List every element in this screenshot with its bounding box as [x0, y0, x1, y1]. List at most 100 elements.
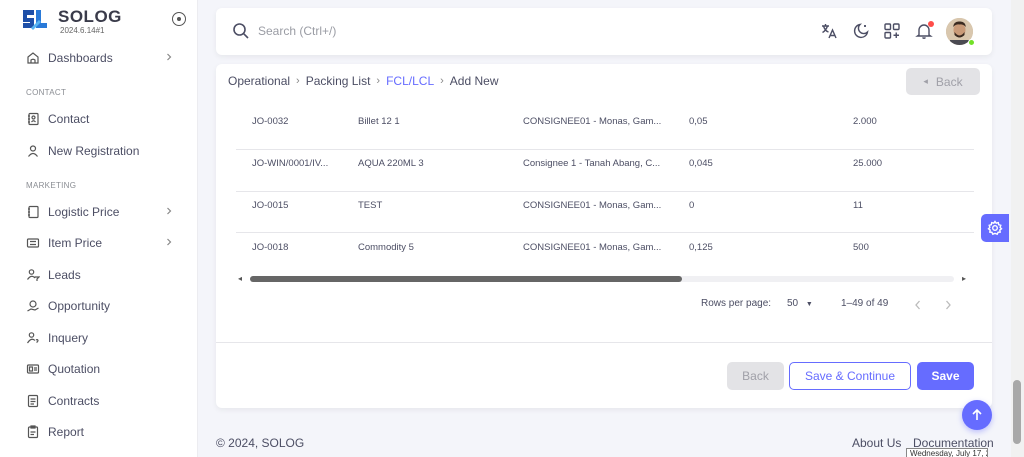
sidebar: SOLOG 2024.6.14#1 Dashboards CONTACT Con…: [0, 0, 198, 457]
cell-quantity: 25.000: [853, 158, 883, 169]
cell-quantity: 500: [853, 242, 869, 253]
sidebar-item-contracts[interactable]: Contracts: [0, 387, 198, 415]
cell-consignee: Consignee 1 - Tanah Abang, C...: [523, 158, 661, 169]
save-continue-button[interactable]: Save & Continue: [789, 362, 911, 390]
rows-per-page-select[interactable]: 50 ▼: [787, 298, 813, 309]
page-vertical-scrollbar[interactable]: [1011, 0, 1024, 457]
table-row[interactable]: JO-WIN/0001/IV... AQUA 220ML 3 Consignee…: [236, 150, 974, 192]
list-icon: [26, 236, 40, 250]
sidebar-item-quotation[interactable]: Quotation: [0, 355, 198, 383]
sidebar-item-label: Contracts: [48, 394, 100, 408]
report-icon: [26, 425, 40, 439]
scroll-thumb[interactable]: [250, 276, 682, 282]
rows-per-page-value: 50: [787, 298, 799, 309]
next-page-icon[interactable]: [943, 299, 953, 311]
back-button-top[interactable]: ◂ Back: [906, 68, 980, 95]
cell-commodity: TEST: [358, 200, 383, 211]
grid-add-icon[interactable]: [883, 22, 901, 40]
brand-version: 2024.6.14#1: [60, 25, 105, 35]
cell-commodity: Billet 12 1: [358, 116, 400, 127]
date-tooltip: Wednesday, July 17, 2024: [906, 448, 988, 457]
breadcrumb-packing-list[interactable]: Packing List: [306, 74, 371, 88]
cell-quantity: 2.000: [853, 116, 877, 127]
notebook-icon: [26, 205, 40, 219]
sidebar-item-label: New Registration: [48, 144, 140, 158]
table-horizontal-scrollbar[interactable]: ◂ ▸: [238, 272, 970, 286]
packing-list-card: Operational › Packing List › FCL/LCL › A…: [216, 64, 992, 408]
sidebar-item-item-price[interactable]: Item Price: [0, 229, 198, 257]
save-button[interactable]: Save: [917, 362, 974, 390]
breadcrumb-add-new: Add New: [449, 74, 499, 88]
customizer-button[interactable]: [981, 214, 1009, 242]
cell-volume: 0,05: [689, 116, 708, 127]
brand-name: SOLOG: [58, 6, 122, 26]
sidebar-item-label: Quotation: [48, 362, 101, 376]
cell-job-order: JO-0018: [252, 242, 289, 253]
chevron-left-icon: ◂: [923, 76, 928, 86]
top-header: [216, 8, 992, 55]
section-marketing: MARKETING: [26, 181, 77, 190]
cell-consignee: CONSIGNEE01 - Monas, Gam...: [523, 200, 662, 211]
scroll-to-top-button[interactable]: [962, 400, 992, 430]
table-row[interactable]: JO-0015 TEST CONSIGNEE01 - Monas, Gam...…: [236, 191, 974, 233]
cell-job-order: JO-WIN/0001/IV...: [252, 158, 329, 169]
sidebar-item-logistic-price[interactable]: Logistic Price: [0, 198, 198, 226]
sidebar-item-label: Inquery: [48, 331, 89, 345]
sidebar-item-label: Logistic Price: [48, 205, 120, 219]
cell-volume: 0: [689, 200, 695, 211]
card-divider: [216, 342, 992, 343]
user-question-icon: [26, 331, 40, 345]
search-icon[interactable]: [232, 22, 250, 40]
cell-commodity: Commodity 5: [358, 242, 414, 253]
footer-copyright: © 2024, SOLOG: [216, 436, 305, 450]
table-row[interactable]: JO-0018 Commodity 5 CONSIGNEE01 - Monas,…: [236, 233, 974, 275]
user-icon: [26, 144, 40, 158]
scroll-right-icon[interactable]: ▸: [962, 274, 970, 284]
sidebar-item-opportunity[interactable]: Opportunity: [0, 292, 198, 320]
breadcrumb: Operational › Packing List › FCL/LCL › A…: [228, 74, 499, 88]
home-icon: [26, 51, 40, 65]
table-row[interactable]: JO-0032 Billet 12 1 CONSIGNEE01 - Monas,…: [236, 108, 974, 150]
sidebar-item-label: Leads: [48, 268, 81, 282]
prev-page-icon[interactable]: [913, 299, 923, 311]
sidebar-item-contact[interactable]: Contact: [0, 105, 198, 133]
chevron-right-icon: [167, 238, 172, 246]
chevron-right-icon: [167, 53, 172, 61]
sidebar-item-inquery[interactable]: Inquery: [0, 324, 198, 352]
back-button[interactable]: Back: [727, 362, 784, 390]
sidebar-item-report[interactable]: Report: [0, 418, 198, 446]
cell-volume: 0,045: [689, 158, 713, 169]
sidebar-item-leads[interactable]: Leads: [0, 261, 198, 289]
cell-job-order: JO-0015: [252, 200, 289, 211]
rows-per-page-label: Rows per page:: [701, 298, 772, 309]
chevron-right-icon: ›: [440, 75, 444, 87]
document-icon: [26, 394, 40, 408]
cell-quantity: 11: [853, 200, 863, 211]
page-scroll-thumb[interactable]: [1013, 380, 1021, 444]
moon-icon[interactable]: [852, 22, 870, 40]
breadcrumb-fcl-lcl[interactable]: FCL/LCL: [386, 74, 434, 88]
translate-icon[interactable]: [820, 22, 838, 40]
back-button-label: Back: [935, 74, 963, 89]
contact-book-icon: [26, 112, 40, 126]
sidebar-item-new-registration[interactable]: New Registration: [0, 137, 198, 165]
receipt-icon: [26, 362, 40, 376]
sidebar-item-label: Contact: [48, 112, 90, 126]
sidebar-item-label: Dashboards: [48, 51, 113, 65]
search-input[interactable]: [258, 22, 558, 40]
sidebar-item-dashboards[interactable]: Dashboards: [0, 44, 198, 72]
scroll-left-icon[interactable]: ◂: [238, 274, 246, 284]
sidebar-item-label: Opportunity: [48, 299, 111, 313]
solog-logo: [20, 6, 50, 36]
brand[interactable]: SOLOG 2024.6.14#1: [0, 0, 197, 42]
caret-down-icon: ▼: [805, 301, 813, 308]
breadcrumb-operational[interactable]: Operational: [228, 74, 290, 88]
footer-about-link[interactable]: About Us: [852, 436, 901, 450]
section-contact: CONTACT: [26, 88, 67, 97]
cell-job-order: JO-0032: [252, 116, 289, 127]
cell-consignee: CONSIGNEE01 - Monas, Gam...: [523, 116, 662, 127]
cell-consignee: CONSIGNEE01 - Monas, Gam...: [523, 242, 662, 253]
sidebar-pin-icon[interactable]: [172, 12, 186, 26]
user-filter-icon: [26, 268, 40, 282]
chevron-right-icon: ›: [296, 75, 300, 87]
